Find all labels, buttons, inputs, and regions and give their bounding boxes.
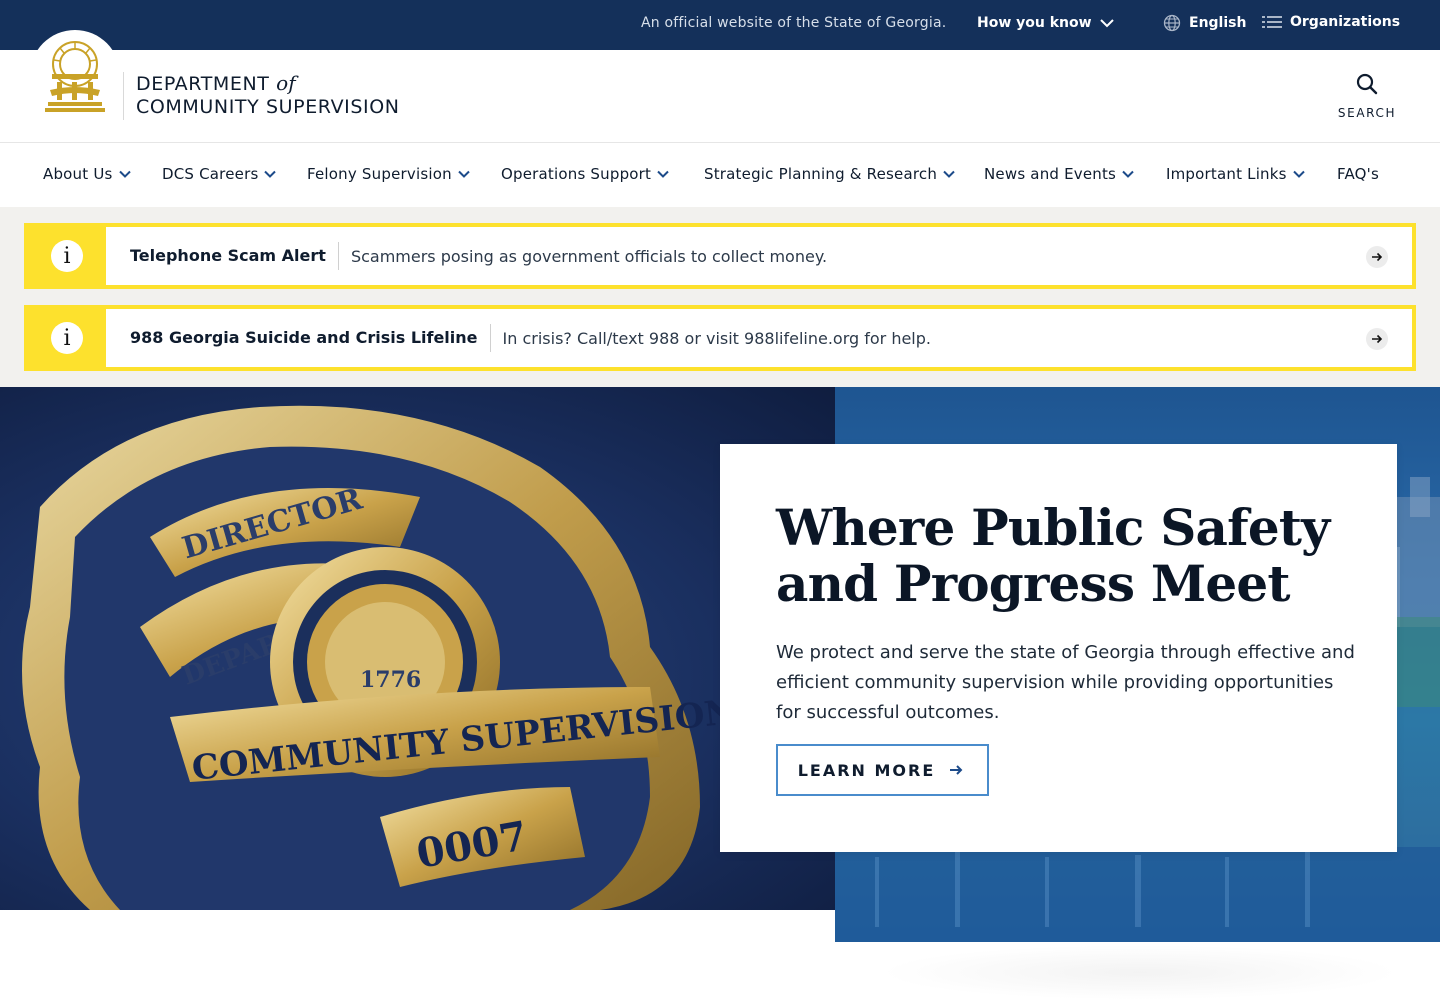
hero-title-line2: and Progress Meet <box>776 554 1291 613</box>
chevron-down-icon <box>943 170 955 178</box>
chevron-down-icon <box>458 170 470 178</box>
brand-line2: COMMUNITY SUPERVISION <box>136 96 400 118</box>
nav-label: About Us <box>43 165 113 183</box>
arrow-right-icon <box>945 759 967 781</box>
nav-label: Important Links <box>1166 165 1287 183</box>
alert-988-lifeline[interactable]: i 988 Georgia Suicide and Crisis Lifelin… <box>24 305 1416 371</box>
badge-text-year: 1776 <box>360 667 421 693</box>
search-button[interactable]: SEARCH <box>1336 72 1398 120</box>
chevron-down-icon <box>1099 19 1114 28</box>
organizations-menu[interactable]: Organizations <box>1262 14 1400 30</box>
decorative-glow <box>880 945 1400 1000</box>
alert-message: Scammers posing as government officials … <box>350 246 828 266</box>
badge-image: DIRECTOR DEPARTMENT OF 1776 COMMUNITY SU… <box>22 405 737 910</box>
brand-of: of <box>276 71 296 95</box>
hero-title-line1: Where Public Safety <box>776 498 1330 557</box>
georgia-seal-icon <box>45 41 105 112</box>
brand-line1: DEPARTMENT <box>136 73 270 95</box>
official-site-bar: An official website of the State of Geor… <box>0 0 1440 50</box>
nav-label: Felony Supervision <box>307 165 452 183</box>
department-name[interactable]: DEPARTMENT of COMMUNITY SUPERVISION <box>136 72 400 119</box>
nav-felony-supervision[interactable]: Felony Supervision <box>307 165 470 183</box>
alert-icon-box: i <box>28 227 106 285</box>
alerts-region: i Telephone Scam Alert Scammers posing a… <box>0 207 1440 387</box>
learn-more-button[interactable]: LEARN MORE <box>776 744 989 796</box>
nav-label: Operations Support <box>501 165 652 183</box>
language-label: English <box>1189 15 1247 31</box>
arrow-right-icon <box>1366 246 1388 268</box>
chevron-down-icon <box>657 170 669 178</box>
how-you-know-label: How you know <box>977 15 1092 31</box>
alert-title: Telephone Scam Alert <box>130 242 339 270</box>
nav-about-us[interactable]: About Us <box>43 165 131 183</box>
badge-photo: DIRECTOR DEPARTMENT OF 1776 COMMUNITY SU… <box>0 387 835 910</box>
globe-icon <box>1163 14 1181 32</box>
hero-card: Where Public Safety and Progress Meet We… <box>720 444 1397 852</box>
nav-operations-support[interactable]: Operations Support <box>501 165 669 183</box>
how-you-know-toggle[interactable]: How you know <box>977 15 1114 31</box>
georgia-seal-logo[interactable] <box>30 30 120 120</box>
site-header: DEPARTMENT of COMMUNITY SUPERVISION SEAR… <box>0 30 1440 143</box>
chevron-down-icon <box>264 170 277 178</box>
hero-description: We protect and serve the state of Georgi… <box>776 642 1355 723</box>
main-nav: About Us DCS Careers Felony Supervision … <box>0 143 1440 207</box>
alert-title: 988 Georgia Suicide and Crisis Lifeline <box>130 324 491 352</box>
chevron-down-icon <box>1122 170 1134 178</box>
official-site-text: An official website of the State of Geor… <box>641 15 947 31</box>
list-icon <box>1262 16 1282 28</box>
search-icon <box>1356 73 1378 95</box>
info-icon: i <box>51 240 83 272</box>
chevron-down-icon <box>1292 170 1305 178</box>
language-selector[interactable]: English <box>1163 14 1246 32</box>
nav-important-links[interactable]: Important Links <box>1166 165 1305 183</box>
search-label: SEARCH <box>1337 106 1397 120</box>
arrow-right-icon <box>1366 328 1388 350</box>
nav-label: FAQ's <box>1337 165 1379 183</box>
nav-dcs-careers[interactable]: DCS Careers <box>162 165 277 183</box>
chevron-down-icon <box>118 170 131 178</box>
nav-faqs[interactable]: FAQ's <box>1337 165 1379 183</box>
alert-message: In crisis? Call/text 988 or visit 988lif… <box>502 328 931 348</box>
nav-news-events[interactable]: News and Events <box>984 165 1134 183</box>
nav-label: DCS Careers <box>162 165 259 183</box>
info-icon: i <box>51 322 83 354</box>
nav-strategic-planning[interactable]: Strategic Planning & Research <box>704 165 955 183</box>
brand-divider <box>123 72 124 120</box>
alert-icon-box: i <box>28 309 106 367</box>
learn-more-label: LEARN MORE <box>797 760 936 780</box>
nav-label: News and Events <box>984 165 1117 183</box>
alert-telephone-scam[interactable]: i Telephone Scam Alert Scammers posing a… <box>24 223 1416 289</box>
organizations-label: Organizations <box>1290 14 1401 30</box>
hero-title: Where Public Safety and Progress Meet <box>776 500 1356 612</box>
nav-label: Strategic Planning & Research <box>704 165 938 183</box>
